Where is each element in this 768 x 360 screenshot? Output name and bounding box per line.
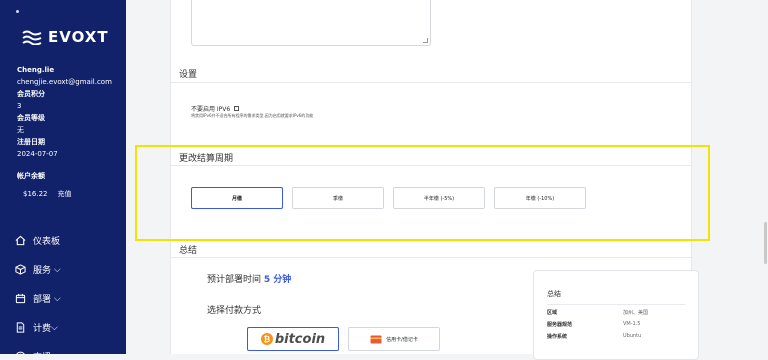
level-value: 无 [17, 126, 24, 134]
resize-grip-icon[interactable] [423, 38, 428, 43]
nav-item-billing[interactable]: 计费 ⌵ [14, 313, 118, 342]
points-value: 3 [17, 102, 22, 110]
nav-label: 仪表板 [33, 237, 61, 247]
chevron-down-icon: ⌵ [51, 264, 61, 275]
balance-row: $16.22 充值 [17, 188, 121, 200]
notes-textarea[interactable] [191, 0, 431, 46]
divider [171, 165, 691, 166]
nav-item-dashboard[interactable]: 仪表板 [14, 226, 118, 255]
home-icon [14, 235, 26, 247]
summary-row: 区域 加州、美国 [547, 309, 685, 316]
ipv6-option[interactable]: 不要启用 IPV6 [191, 104, 240, 113]
scrollbar-thumb[interactable] [764, 222, 767, 264]
pay-card-button[interactable]: 信用卡/借记卡 [348, 327, 440, 351]
cycle-option-monthly[interactable]: 月缴 [191, 187, 283, 209]
cycle-option-quarterly[interactable]: 季缴 [292, 187, 384, 209]
waves-icon [22, 30, 42, 45]
sidebar-dot [16, 10, 19, 13]
ipv6-checkbox[interactable] [234, 106, 240, 111]
sidebar: EVOXT Cheng.lie chengjie.evoxt@gmail.com… [0, 0, 126, 354]
help-icon [14, 351, 26, 354]
deploy-card: 设置 不要启用 IPV6 将禁用IPv6并不适合所有程序的需求类型,因为启用就要… [170, 0, 699, 360]
bitcoin-label: bitcoin [274, 331, 326, 347]
user-email: chengjie.evoxt@gmail.com [17, 78, 112, 86]
summary-value: VM-1.5 [623, 321, 641, 327]
document-icon [14, 322, 26, 334]
deploy-time: 预计部署时间 5 分钟 [207, 272, 291, 285]
ipv6-label: 不要启用 IPV6 [191, 106, 231, 113]
nav-label: 部署 [33, 295, 52, 305]
username: Cheng.lie [17, 66, 55, 74]
divider [171, 257, 691, 258]
payment-method-label: 选择付款方式 [207, 306, 262, 316]
order-summary-box: 总结 区域 加州、美国 服务器规范 VM-1.5 操作系统 Ubuntu [533, 270, 699, 360]
nav-item-services[interactable]: 服务 ⌵ [14, 255, 118, 284]
deploy-time-value: 5 分钟 [263, 275, 292, 285]
nav-label: 服务 [33, 266, 52, 276]
summary-row: 服务器规范 VM-1.5 [547, 321, 685, 328]
summary-key: 区域 [547, 310, 558, 316]
summary-title: 总结 [179, 246, 198, 256]
divider [547, 304, 685, 305]
recharge-link[interactable]: 充值 [58, 188, 72, 200]
main-content: 设置 不要启用 IPV6 将禁用IPv6并不适合所有程序的需求类型,因为启用就要… [126, 0, 768, 360]
chevron-down-icon: ⌵ [51, 322, 58, 333]
nav-label: 支援 [33, 350, 51, 354]
nav-item-deploy[interactable]: 部署 ⌵ [14, 284, 118, 313]
bitcoin-logo: ₿ bitcoin [260, 331, 326, 347]
cycle-option-annual[interactable]: 年缴 (-10%) [494, 187, 586, 209]
points-label: 会员积分 [17, 90, 45, 98]
bitcoin-icon: ₿ [260, 333, 273, 345]
divider [171, 82, 691, 83]
summary-row: 操作系统 Ubuntu [547, 333, 685, 340]
balance-value: $16.22 [23, 190, 48, 198]
credit-card-icon [370, 335, 382, 343]
summary-box-title: 总结 [547, 290, 561, 298]
billing-cycle-title: 更改结算周期 [179, 154, 234, 164]
summary-value: Ubuntu [623, 333, 642, 339]
nav-label: 计费 [33, 324, 52, 334]
card-label: 信用卡/借记卡 [386, 336, 418, 343]
page-scrollbar[interactable] [760, 0, 768, 354]
level-label: 会员等级 [17, 114, 45, 122]
summary-key: 操作系统 [547, 334, 568, 340]
pay-bitcoin-button[interactable]: ₿ bitcoin [247, 327, 339, 351]
chevron-down-icon: ⌵ [51, 293, 61, 304]
calendar-icon [14, 293, 26, 305]
brand-name: EVOXT [48, 28, 109, 46]
deploy-time-label: 预计部署时间 [207, 275, 262, 285]
reg-date-label: 注册日期 [17, 138, 45, 146]
summary-value: 加州、美国 [623, 310, 649, 316]
summary-key: 服务器规范 [547, 322, 573, 328]
nav-item-support[interactable]: 支援 ⌵ [14, 342, 118, 354]
account-info: Cheng.lie chengjie.evoxt@gmail.com 会员积分 … [17, 64, 121, 200]
ipv6-note: 将禁用IPv6并不适合所有程序的需求类型,因为启用就要求IPv6的功能 [191, 113, 314, 118]
balance-label: 帐户余额 [17, 172, 45, 180]
box-icon [14, 264, 26, 276]
brand-logo[interactable]: EVOXT [22, 28, 109, 46]
reg-date-value: 2024-07-07 [17, 150, 58, 158]
cycle-option-semiannual[interactable]: 半年缴 (-5%) [393, 187, 485, 209]
settings-title: 设置 [179, 70, 198, 80]
sidebar-nav: 仪表板 服务 ⌵ 部署 ⌵ 计费 ⌵ 支援 ⌵ [14, 226, 118, 354]
